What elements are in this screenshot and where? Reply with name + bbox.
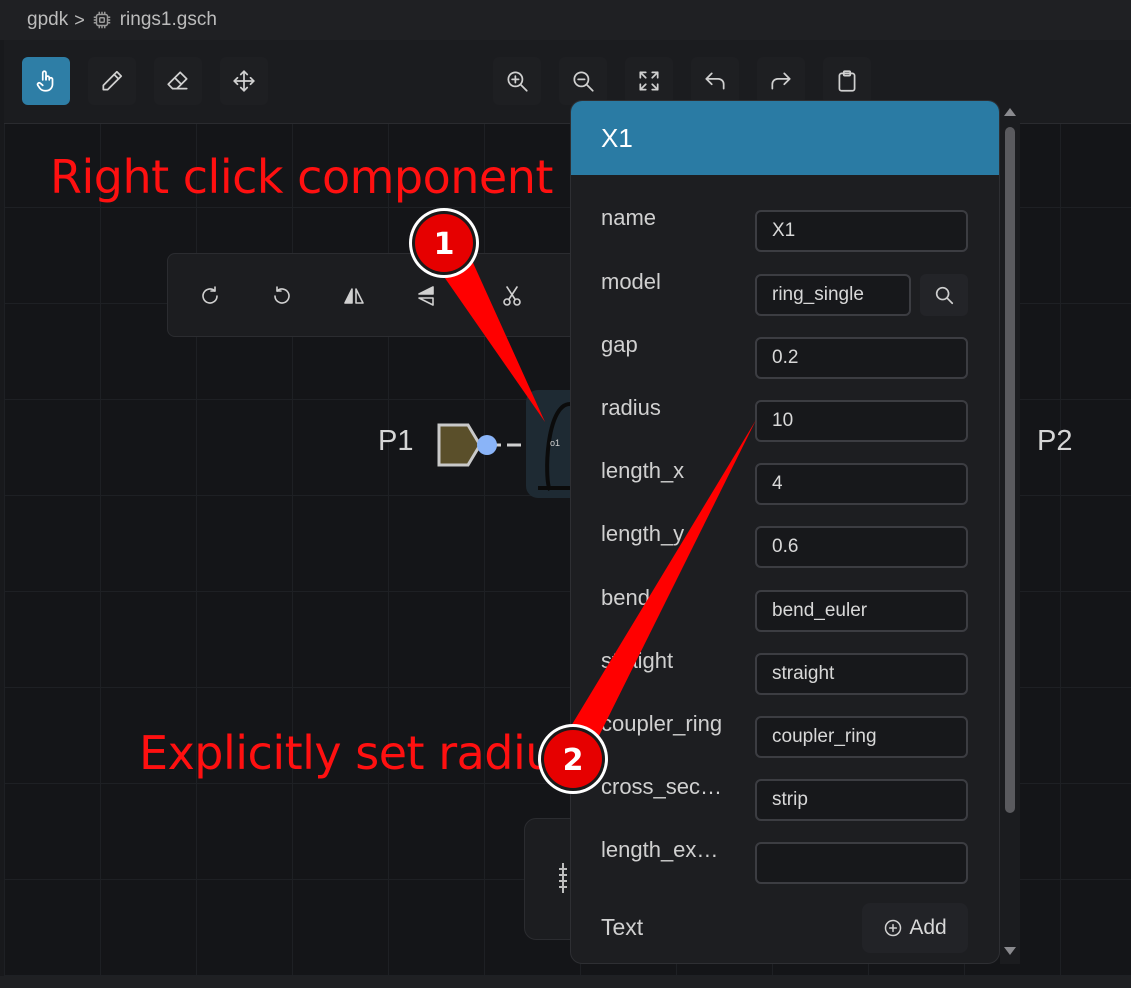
scrollbar-thumb[interactable]: [1005, 127, 1015, 813]
status-bar: [0, 976, 1131, 988]
prop-label-straight: straight: [601, 648, 674, 673]
search-icon: [935, 286, 954, 305]
cut-icon[interactable]: [490, 274, 534, 318]
annotation-step1-text: Right click component: [50, 150, 553, 204]
breadcrumb-root[interactable]: gpdk: [27, 9, 68, 31]
flip-vertical-icon[interactable]: [404, 274, 448, 318]
prop-input-length-x[interactable]: [755, 463, 968, 505]
prop-row-model: model: [571, 269, 999, 316]
prop-input-radius[interactable]: [755, 400, 968, 442]
breadcrumb-file[interactable]: rings1.gsch: [120, 9, 217, 31]
prop-input-coupler-ring[interactable]: [755, 716, 968, 758]
prop-label-coupler-ring: coupler_ring: [601, 711, 723, 736]
prop-label-radius: radius: [601, 395, 661, 420]
zoom-out-icon[interactable]: [559, 57, 607, 105]
prop-label-length-x: length_x: [601, 458, 685, 483]
prop-input-model[interactable]: [755, 274, 911, 316]
undo-icon[interactable]: [691, 57, 739, 105]
prop-input-length-extension[interactable]: [755, 842, 968, 884]
move-arrows-icon[interactable]: [220, 57, 268, 105]
rotate-cw-icon[interactable]: [188, 274, 232, 318]
prop-row-coupler-ring: coupler_ring: [571, 711, 999, 758]
prop-input-gap[interactable]: [755, 337, 968, 379]
add-text-label: Add: [909, 916, 947, 939]
prop-row-straight: straight: [571, 648, 999, 695]
clipboard-icon[interactable]: [823, 57, 871, 105]
prop-input-cross-section[interactable]: [755, 779, 968, 821]
scroll-up-icon[interactable]: [1003, 106, 1017, 118]
prop-input-straight[interactable]: [755, 653, 968, 695]
prop-row-gap: gap: [571, 332, 999, 379]
prop-label-name: name: [601, 205, 657, 230]
model-search-button[interactable]: [920, 274, 968, 316]
rotate-ccw-icon[interactable]: [260, 274, 304, 318]
add-text-button[interactable]: Add: [862, 903, 968, 953]
prop-label-length-y: length_y: [601, 521, 685, 546]
prop-input-name[interactable]: [755, 210, 968, 252]
plus-circle-icon: [885, 919, 902, 937]
panel-scrollbar[interactable]: [1000, 100, 1020, 964]
scroll-down-icon[interactable]: [1003, 945, 1017, 957]
prop-row-bend: bend: [571, 585, 999, 632]
prop-row-length-extension: length_ex…: [571, 837, 999, 884]
prop-input-bend[interactable]: [755, 590, 968, 632]
panel-title: X1: [571, 101, 999, 175]
breadcrumb-separator: >: [74, 9, 85, 30]
prop-label-cross-section: cross_sec…: [601, 774, 723, 799]
flip-horizontal-icon[interactable]: [332, 274, 376, 318]
pin-label-o1: o1: [550, 438, 561, 448]
fit-screen-icon[interactable]: [625, 57, 673, 105]
prop-row-length-y: length_y: [571, 521, 999, 568]
pencil-icon[interactable]: [88, 57, 136, 105]
zoom-in-icon[interactable]: [493, 57, 541, 105]
prop-row-cross-section: cross_sec…: [571, 774, 999, 821]
prop-label-model: model: [601, 269, 661, 294]
component-context-toolbar: [167, 253, 587, 337]
prop-label-length-extension: length_ex…: [601, 837, 719, 862]
eraser-icon[interactable]: [154, 57, 202, 105]
hand-pointer-icon[interactable]: [22, 57, 70, 105]
properties-panel: X1 name model gap radius length_x length…: [570, 100, 1000, 964]
breadcrumb: gpdk > rings1.gsch: [0, 0, 1131, 40]
prop-row-name: name: [571, 205, 999, 252]
prop-row-length-x: length_x: [571, 458, 999, 505]
prop-row-radius: radius: [571, 395, 999, 442]
redo-icon[interactable]: [757, 57, 805, 105]
port-label-p2: P2: [1037, 425, 1073, 457]
prop-label-bend: bend: [601, 585, 650, 610]
chip-icon: [91, 9, 113, 31]
annotation-step2-text: Explicitly set radius: [139, 726, 578, 780]
prop-label-gap: gap: [601, 332, 638, 357]
text-section-label: Text: [601, 914, 644, 940]
prop-input-length-y[interactable]: [755, 526, 968, 568]
port-label-p1: P1: [378, 425, 414, 457]
